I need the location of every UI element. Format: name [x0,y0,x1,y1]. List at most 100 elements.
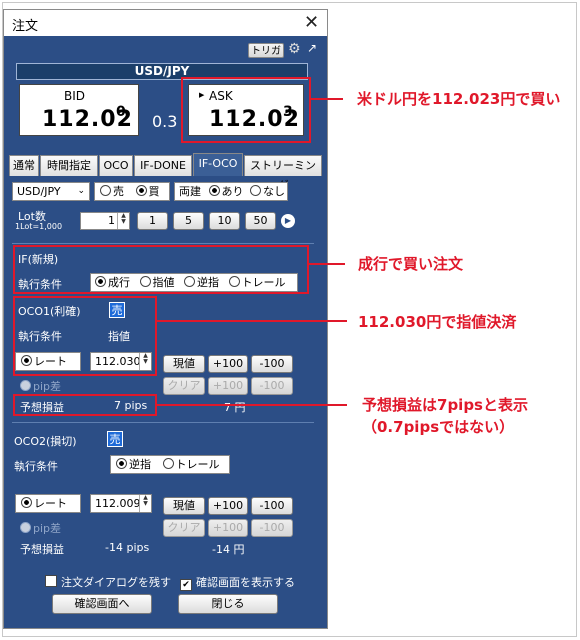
oco2-pip-option[interactable]: pip差 [20,520,61,536]
annotation-limit: 112.030円で指値決済 [358,313,517,331]
keep-dialog-label: 注文ダイアログを残す [61,576,171,589]
play-icon[interactable]: ▶ [281,214,295,228]
title-bar: 注文 ✕ [4,10,327,36]
bid-pip: 0 [116,104,126,120]
tab-normal[interactable]: 通常 [9,155,39,176]
close-button[interactable]: 閉じる [178,594,278,614]
divider [12,243,314,244]
sell-radio-icon [100,185,111,196]
side-selector: 売 買 [94,182,170,201]
oco2-rate-label: レート [34,497,67,510]
annotation-ask: 米ドル円を112.023円で買い [357,90,561,108]
oco1-pip-label: pip差 [33,380,62,393]
annotation-market: 成行で買い注文 [358,255,464,273]
lot-preset-5[interactable]: 5 [173,212,204,230]
oco2-opt-stop[interactable]: 逆指 [116,458,151,471]
oco2-title: OCO2(損切) [14,435,77,448]
sell-label: 売 [113,185,124,198]
oco1-minus-button[interactable]: -100 [251,355,293,373]
oco2-pip-icon [20,522,31,533]
annotation-profit: 予想損益は7pipsと表示 [362,396,528,414]
divider [12,422,314,423]
pair-select[interactable]: USD/JPY ⌄ [12,182,90,201]
oco2-opt-trail[interactable]: トレール [162,458,220,471]
tab-oco[interactable]: OCO [99,155,133,176]
oco2-rate-icon [21,497,32,508]
oco1-plus-button-2[interactable]: +100 [208,377,248,395]
lot-unit: 1Lot=1,000 [15,222,63,231]
oco2-pip-label: pip差 [33,522,62,535]
oco2-profit-pips: -14 pips [105,541,150,554]
oco1-plus-button[interactable]: +100 [208,355,248,373]
oco2-plus-button[interactable]: +100 [208,497,248,515]
oco2-opt-stop-icon [116,458,127,469]
hedge-label: 両建 [179,185,201,198]
oco1-pip-option[interactable]: pip差 [20,378,61,394]
spread-value: 0.3 [152,112,178,131]
oco2-profit-label: 予想損益 [20,543,64,556]
profit-highlight [13,394,157,416]
buy-radio-icon [135,185,147,196]
show-confirm-label: 確認画面を表示する [196,576,295,589]
oco1-clear-button[interactable]: クリア [163,377,205,395]
oco2-clear-button[interactable]: クリア [163,519,205,537]
confirm-screen-button[interactable]: 確認画面へ [52,594,152,614]
lot-preset-50[interactable]: 50 [245,212,276,230]
keep-dialog-check-icon [45,575,57,587]
callout-line [157,404,347,406]
oco1-current-button[interactable]: 現値 [163,355,205,373]
lot-preset-1[interactable]: 1 [137,212,168,230]
popout-icon[interactable]: ↗ [307,41,317,55]
hedge-no-icon [250,185,261,196]
hedge-yes-label: あり [221,185,244,198]
oco2-plus-button-2[interactable]: +100 [208,519,248,537]
oco2-profit-yen: -14 円 [212,543,245,556]
buy-radio[interactable]: 買 [135,185,160,198]
bid-quote[interactable]: BID 112.02 0 [19,84,139,136]
oco2-opt-stop-label: 逆指 [129,458,151,471]
callout-line [309,263,345,265]
oco2-opt-trail-label: トレール [175,458,220,471]
trigger-button[interactable]: トリガー [248,43,284,72]
lot-spinner[interactable]: ▲ ▼ [117,213,129,229]
oco1-highlight [13,296,157,376]
oco2-minus-button-2[interactable]: -100 [251,519,293,537]
show-confirm-check-icon: ✔ [180,579,192,591]
oco1-profit-yen: 7 円 [224,401,246,414]
lot-input-value: 1 [108,214,115,227]
chevron-down-icon: ⌄ [77,186,85,196]
tab-time[interactable]: 時間指定 [40,155,98,176]
tab-streaming[interactable]: ストリーミング [244,155,322,192]
if-highlight [13,245,309,294]
annotation-profit-note: （0.7pipsではない） [362,418,515,436]
buy-label: 買 [148,185,160,198]
oco2-rate-radio[interactable]: レート [15,494,81,513]
oco1-minus-button-2[interactable]: -100 [251,377,293,395]
keep-dialog-checkbox[interactable]: 注文ダイアログを残す [45,574,171,590]
bid-label: BID [64,89,86,103]
oco2-opt-trail-icon [162,458,174,469]
pair-select-value: USD/JPY [17,185,61,198]
hedge-selector: 両建 あり なし [174,182,288,201]
sell-radio[interactable]: 売 [100,185,124,198]
callout-line [157,320,347,322]
lot-preset-10[interactable]: 10 [209,212,240,230]
tab-if-oco[interactable]: IF-OCO [193,153,243,176]
oco1-pip-icon [20,380,31,391]
hedge-yes-icon [208,185,220,196]
oco2-minus-button[interactable]: -100 [251,497,293,515]
hedge-no-radio[interactable]: なし [250,185,285,198]
hedge-yes-radio[interactable]: あり [208,185,244,198]
oco2-rate-input[interactable]: 112.009 ▲ ▼ [90,494,152,513]
lot-input[interactable]: 1 ▲ ▼ [80,212,130,230]
oco2-cond-label: 執行条件 [14,460,58,473]
oco2-current-button[interactable]: 現値 [163,497,205,515]
show-confirm-checkbox[interactable]: ✔ 確認画面を表示する [180,574,295,591]
oco2-rate-spinner[interactable]: ▲ ▼ [139,495,151,512]
gear-icon[interactable]: ⚙ [288,41,301,57]
callout-line [311,98,343,100]
close-icon[interactable]: ✕ [304,10,319,36]
tab-if-done[interactable]: IF-DONE [134,155,192,176]
window-title: 注文 [12,19,39,34]
hedge-no-label: なし [263,185,285,198]
